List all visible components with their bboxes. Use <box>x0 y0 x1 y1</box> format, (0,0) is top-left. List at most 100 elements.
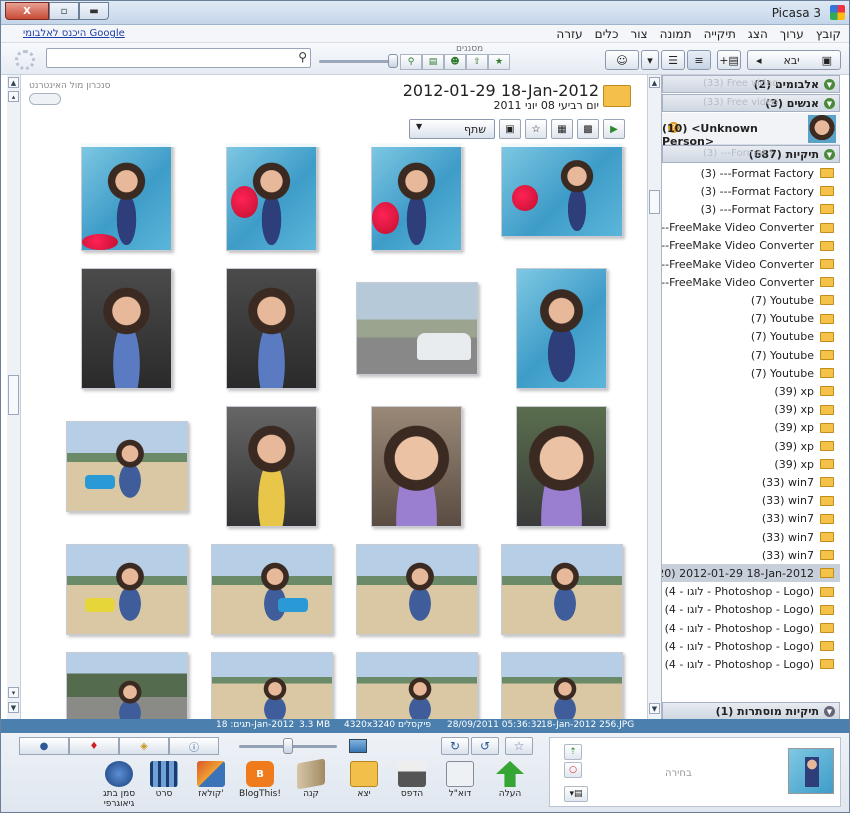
filter-uploaded-icon[interactable]: ⇧ <box>466 54 488 70</box>
collage-button[interactable]: קולאז' <box>188 761 234 811</box>
folder-item[interactable]: (33) win7 <box>662 546 840 564</box>
shop-button[interactable]: קנה <box>288 758 334 811</box>
folder-item[interactable]: (3) ---Format Factory <box>662 182 840 200</box>
save-disk-icon[interactable]: ▣ <box>499 119 521 139</box>
folder-item[interactable]: (3) ---FreeMake Video Converter <box>662 237 840 255</box>
add-to-album-button[interactable]: +▤ <box>717 50 741 70</box>
menu-view[interactable]: הצג <box>748 27 768 41</box>
photo-thumbnail[interactable] <box>356 282 478 375</box>
folder-item[interactable]: (3) ---Format Factory <box>662 164 840 182</box>
photo-thumbnail[interactable] <box>501 544 623 635</box>
photo-thumbnail[interactable] <box>226 406 317 527</box>
google-signin-link[interactable]: היכנס לאלבומי Google <box>23 28 125 39</box>
scroll-down-icon[interactable]: ▾ <box>8 687 19 698</box>
folder-item[interactable]: (33) win7 <box>662 510 840 528</box>
folder-item[interactable]: (7) Youtube <box>662 310 840 328</box>
menu-help[interactable]: עזרה <box>556 27 582 41</box>
photo-thumbnail[interactable] <box>66 421 188 512</box>
folder-item[interactable]: (4 - לוגו - Photoshop - Logo) <box>662 655 840 673</box>
zoom-slider-handle[interactable] <box>283 738 293 754</box>
sync-toggle[interactable] <box>29 93 61 105</box>
photo-thumbnail[interactable] <box>66 544 188 635</box>
play-icon[interactable]: ▶ <box>603 119 625 139</box>
upload-button[interactable]: העלה <box>487 761 533 811</box>
people-panel-button[interactable]: ● <box>19 737 69 755</box>
filter-starred-icon[interactable]: ★ <box>488 54 510 70</box>
folder-item[interactable]: (39) xp <box>662 382 840 400</box>
folder-item[interactable]: (7) Youtube <box>662 346 840 364</box>
selected-photo-thumbnail[interactable] <box>788 748 834 794</box>
filter-slider-handle[interactable] <box>388 54 398 68</box>
folder-item[interactable]: (4 - לוגו - Photoshop - Logo) <box>662 637 840 655</box>
left-scrollbar[interactable]: ▲ ▴ ▾ ▼ <box>7 75 21 719</box>
minimize-button[interactable]: ▬ <box>79 2 109 20</box>
photo-thumbnail[interactable] <box>211 652 333 732</box>
scroll-thumb[interactable] <box>8 375 19 415</box>
photo-thumbnail[interactable] <box>226 143 317 251</box>
tags-panel-button[interactable]: ◈ <box>119 737 169 755</box>
folder-item[interactable]: (4 - לוגו - Photoshop - Logo) <box>662 601 840 619</box>
photo-thumbnail[interactable] <box>81 143 172 251</box>
menu-edit[interactable]: ערוך <box>780 27 804 41</box>
scroll-bottom-icon[interactable]: ▼ <box>8 702 19 713</box>
movie-button[interactable]: סרט <box>141 761 187 811</box>
folder-item[interactable]: (3) ---FreeMake Video Converter <box>662 255 840 273</box>
folder-item[interactable]: (7) Youtube <box>662 364 840 382</box>
photo-thumbnail[interactable] <box>211 544 333 635</box>
photo-thumbnail[interactable] <box>516 268 607 389</box>
sidebar-scrollbar[interactable]: ▲ ▼ <box>647 75 661 719</box>
photo-thumbnail[interactable] <box>226 268 317 389</box>
folder-item[interactable]: (39) xp <box>662 455 840 473</box>
filter-faces-icon[interactable]: ☻ <box>444 54 466 70</box>
folders-section-header[interactable]: (3) ---Format F תיקיות (687) ▼ <box>662 145 840 163</box>
photo-thumbnail[interactable] <box>501 143 623 237</box>
clear-selection-icon[interactable]: ○ <box>564 762 582 778</box>
star-button[interactable]: ☆ <box>505 737 533 755</box>
import-button[interactable]: ◂ יבא ▣ <box>747 50 841 70</box>
folder-item[interactable]: (33) win7 <box>662 492 840 510</box>
folder-item[interactable]: (3) ---FreeMake Video Converter <box>662 273 840 291</box>
people-manager-button[interactable]: ☺ <box>605 50 639 70</box>
star-icon[interactable]: ☆ <box>525 119 547 139</box>
hold-selection-pin-icon[interactable]: ⇡ <box>564 744 582 760</box>
photo-thumbnail[interactable] <box>501 652 623 732</box>
info-panel-button[interactable]: ⓘ <box>169 737 219 755</box>
photo-thumbnail[interactable] <box>356 544 478 635</box>
folder-item[interactable]: (39) xp <box>662 401 840 419</box>
share-button[interactable]: ▼ שתף <box>409 119 495 139</box>
filter-slider-track[interactable] <box>319 60 394 63</box>
email-button[interactable]: דוא"ל <box>437 761 483 811</box>
places-panel-button[interactable]: ♦ <box>69 737 119 755</box>
menu-folder[interactable]: תיקייה <box>704 27 736 41</box>
folder-item[interactable]: (3) ---Format Factory <box>662 200 840 218</box>
folder-item[interactable]: (7) Youtube <box>662 291 840 309</box>
folder-item[interactable]: (33) win7 <box>662 528 840 546</box>
photo-thumbnail[interactable] <box>66 652 188 735</box>
photo-thumbnail[interactable] <box>371 143 462 251</box>
print-button[interactable]: הדפס <box>389 761 435 811</box>
person-item[interactable]: ? (10) <Unknown Person> <box>662 113 840 148</box>
folder-item[interactable]: (39) xp <box>662 437 840 455</box>
scroll-down-icon[interactable]: ▼ <box>649 703 660 714</box>
scroll-thumb[interactable] <box>649 190 660 214</box>
slideshow-icon[interactable]: ▩ <box>577 119 599 139</box>
hidden-folders-header[interactable]: תיקיות מוסתרות (1) ▼ <box>662 702 840 719</box>
filter-video-icon[interactable]: ▤ <box>422 54 444 70</box>
tree-view-button[interactable]: ≡ <box>687 50 711 70</box>
export-button[interactable]: יצא <box>341 761 387 811</box>
albums-section-header[interactable]: (33) Free video אלבומים (2) ▼ <box>662 75 840 93</box>
people-section-header[interactable]: (33) Free video אנשים (3) ▼ <box>662 94 840 112</box>
folder-item[interactable]: (7) Youtube <box>662 328 840 346</box>
photo-thumbnail[interactable] <box>356 652 478 732</box>
photo-thumbnail[interactable] <box>371 406 462 527</box>
photo-thumbnail[interactable] <box>81 268 172 389</box>
menu-tools[interactable]: כלים <box>595 27 619 41</box>
rotate-left-button[interactable]: ↻ <box>441 737 469 755</box>
folder-item[interactable]: (4 - לוגו - Photoshop - Logo) <box>662 583 840 601</box>
menu-picture[interactable]: תמונה <box>660 27 692 41</box>
add-to-album-tray-icon[interactable]: ▾▤ <box>564 786 588 802</box>
close-button[interactable]: X <box>5 2 49 20</box>
selection-tray[interactable]: ⇡ ○ ▾▤ בחירה <box>549 737 841 807</box>
view-dropdown-button[interactable]: ▾ <box>641 50 659 70</box>
folder-item[interactable]: (33) win7 <box>662 473 840 491</box>
